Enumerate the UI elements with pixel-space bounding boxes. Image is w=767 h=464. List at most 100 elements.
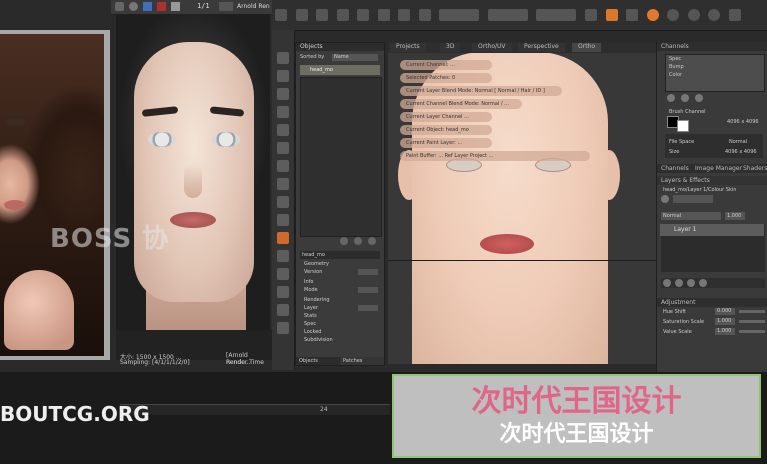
clone-icon[interactable] (277, 196, 289, 208)
tool-icon[interactable] (275, 9, 287, 21)
blur-icon[interactable] (277, 214, 289, 226)
adj-saturation-label: Saturation Scale (663, 319, 705, 325)
color-icon[interactable] (143, 2, 152, 11)
tool-icon[interactable] (398, 9, 411, 21)
object-list-item[interactable]: head_mo (300, 65, 380, 75)
color-swatch-icon[interactable] (646, 9, 659, 21)
rotate-icon[interactable] (277, 142, 289, 154)
fill-icon[interactable] (277, 232, 289, 244)
channel-item[interactable]: Spec (669, 55, 681, 63)
merge-layer-icon[interactable] (687, 279, 695, 287)
sort-select[interactable]: Name (332, 54, 378, 61)
select-icon[interactable] (277, 52, 289, 64)
adj-saturation-slider[interactable] (739, 320, 765, 323)
adj-value-label: Value Scale (663, 329, 692, 335)
slider-field[interactable] (536, 9, 577, 21)
tab-ortho-uv[interactable]: Ortho/UV (472, 43, 512, 52)
paint-icon[interactable] (605, 9, 618, 21)
gradient-icon[interactable] (277, 304, 289, 316)
file-space-value[interactable]: Normal (729, 138, 747, 146)
adj-saturation-field[interactable]: 1.000 (715, 318, 735, 325)
channel-item[interactable]: Color (669, 71, 682, 79)
color-swatch-white[interactable] (677, 120, 689, 132)
slider-field[interactable] (439, 9, 480, 21)
tool-icon[interactable] (357, 9, 370, 21)
layer-options-icon[interactable] (699, 279, 707, 287)
eraser-icon[interactable] (277, 178, 289, 190)
tool-strip (272, 30, 295, 370)
tab-3d[interactable]: 3D (440, 43, 461, 52)
smudge-icon[interactable] (277, 250, 289, 262)
tool-icon[interactable] (377, 9, 390, 21)
tool-icon[interactable] (626, 9, 639, 21)
move-icon[interactable] (277, 124, 289, 136)
tool-icon[interactable] (728, 9, 741, 21)
delete-channel-icon[interactable] (681, 94, 689, 102)
display-icon[interactable] (171, 2, 180, 11)
tool-icon[interactable] (295, 9, 308, 21)
section-geometry[interactable]: Geometry (304, 261, 329, 267)
save-icon[interactable] (115, 2, 124, 11)
renderer-select[interactable]: Arnold Ren (237, 3, 270, 10)
blend-mode-select[interactable]: Normal (661, 212, 721, 220)
value-field[interactable] (358, 305, 378, 311)
opacity-field[interactable]: 1.000 (725, 212, 745, 220)
eyedropper-icon[interactable] (277, 268, 289, 280)
tab-patches[interactable]: Patches (340, 357, 384, 365)
adjustment-title: Adjustment (657, 298, 767, 307)
slider-field[interactable] (487, 9, 528, 21)
sphere-icon[interactable] (687, 9, 700, 21)
value-field[interactable] (358, 287, 378, 293)
channel-item[interactable]: Bump (669, 63, 684, 71)
add-channel-icon[interactable] (667, 94, 675, 102)
settings-icon[interactable] (368, 237, 376, 245)
zoom-icon[interactable] (277, 106, 289, 118)
watermark-boss: BOSS 协 (50, 224, 170, 254)
section-rendering[interactable]: Rendering (304, 297, 330, 303)
tool-icon[interactable] (418, 9, 431, 21)
hand-icon[interactable] (277, 88, 289, 100)
timeline-ruler[interactable]: 24 (120, 404, 390, 415)
layer-row[interactable]: Layer 1 (660, 224, 764, 236)
tab-projects[interactable]: Projects (390, 43, 426, 52)
transform-icon[interactable] (277, 70, 289, 82)
row-layer: Layer (304, 305, 318, 311)
channel-options-icon[interactable] (695, 94, 703, 102)
channel-icon[interactable] (157, 2, 166, 11)
tab-shaders[interactable]: Shaders (743, 164, 767, 173)
value-field[interactable] (358, 269, 378, 275)
delete-layer-icon[interactable] (675, 279, 683, 287)
row-mode: Mode (304, 287, 318, 293)
render-icon[interactable] (219, 2, 233, 11)
adj-hue-slider[interactable] (739, 310, 765, 313)
row-version: Version (304, 269, 323, 275)
render-lips (170, 212, 216, 228)
tab-ortho[interactable]: Ortho (572, 43, 602, 52)
tab-image-manager[interactable]: Image Manager (695, 164, 742, 173)
file-space-label: File Space (669, 139, 695, 145)
tab-objects[interactable]: Objects (296, 357, 340, 365)
tab-channels[interactable]: Channels (661, 164, 689, 173)
section-subdivision[interactable]: Subdivision (304, 337, 333, 343)
adj-value-slider[interactable] (739, 330, 765, 333)
tool-icon[interactable] (316, 9, 329, 21)
sphere-icon[interactable] (667, 9, 680, 21)
adj-value-field[interactable]: 1.000 (715, 328, 735, 335)
tool-icon[interactable] (585, 9, 598, 21)
tool-icon[interactable] (336, 9, 349, 21)
search-icon[interactable] (661, 195, 669, 203)
section-stats[interactable]: Stats (304, 313, 317, 319)
mask-icon[interactable] (277, 286, 289, 298)
tab-perspective[interactable]: Perspective (518, 43, 565, 52)
circle-icon[interactable] (129, 2, 138, 11)
sphere-icon[interactable] (708, 9, 721, 21)
new-layer-icon[interactable] (663, 279, 671, 287)
adj-hue-field[interactable]: 0.000 (715, 308, 735, 315)
objects-panel: Objects Sorted by Name head_mo head_mo G… (295, 42, 385, 366)
section-info[interactable]: Info (304, 279, 313, 285)
remove-icon[interactable] (354, 237, 362, 245)
add-icon[interactable] (340, 237, 348, 245)
layer-filter-select[interactable] (673, 195, 713, 203)
paint-brush-icon[interactable] (277, 160, 289, 172)
sphere-tool-icon[interactable] (277, 322, 289, 334)
